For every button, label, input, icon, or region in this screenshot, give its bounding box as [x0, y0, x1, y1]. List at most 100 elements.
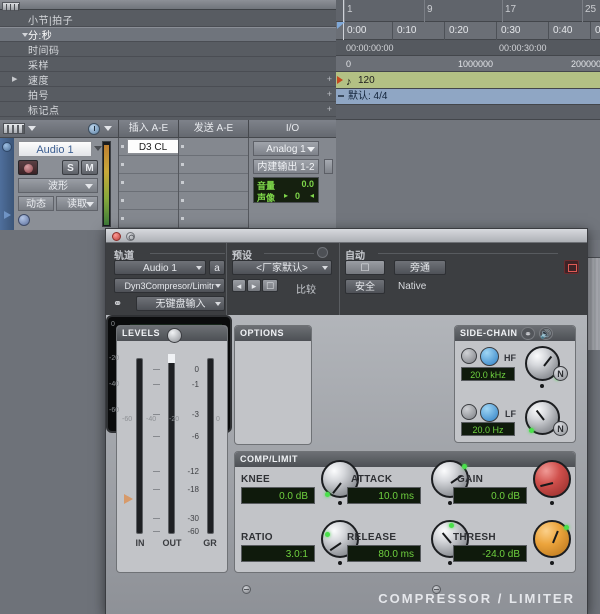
lf-value-display[interactable]: 20.0 Hz [461, 422, 515, 436]
chevron-down-icon[interactable] [104, 126, 112, 131]
preset-save-button[interactable]: ☐ [262, 279, 278, 292]
attack-display[interactable]: 10.0 ms [347, 487, 421, 504]
automation-mode-button[interactable]: 动态 [18, 196, 54, 211]
send-slot[interactable] [179, 192, 248, 210]
track-view-icon[interactable] [3, 123, 25, 134]
output-fader[interactable] [324, 159, 333, 174]
automation-state-select[interactable]: 读取 [56, 196, 98, 211]
triangle-right-icon[interactable]: ▶ [12, 75, 17, 83]
lf-notch-button[interactable]: N [553, 421, 568, 436]
ruler-row-samples[interactable]: 采样 [0, 57, 336, 72]
knee-display[interactable]: 0.0 dB [241, 487, 315, 504]
bars-beats-ruler[interactable]: 1 9 17 25 [336, 0, 600, 22]
gain-knob[interactable] [533, 460, 571, 498]
send-slot[interactable] [179, 156, 248, 174]
insert-slot[interactable] [119, 174, 178, 192]
lf-enable-knob[interactable] [480, 403, 499, 422]
ratio-display[interactable]: 3.0:1 [241, 545, 315, 562]
lf-filter-type-knob[interactable] [461, 404, 477, 420]
plus-icon[interactable]: + [327, 89, 332, 99]
clock-icon[interactable] [88, 123, 100, 135]
ruler-view-handle[interactable] [2, 2, 20, 11]
thresh-knob[interactable] [533, 520, 571, 558]
ruler-row-tempo[interactable]: ▶ 速度 + [0, 72, 336, 87]
hf-value-display[interactable]: 20.0 kHz [461, 367, 515, 381]
timecode-ruler[interactable]: 00:00:00:00 00:00:30:00 [336, 40, 600, 56]
minimize-icon[interactable] [126, 232, 135, 241]
record-enable-button[interactable] [18, 160, 38, 175]
insert-bypass-dot-icon[interactable] [121, 199, 124, 202]
compare-button[interactable]: 比较 [296, 281, 316, 296]
safe-button[interactable]: 安全 [345, 279, 385, 294]
pan-left-arrow-icon[interactable]: ▸ [284, 191, 288, 200]
hf-notch-button[interactable]: N [553, 366, 568, 381]
preset-prev-button[interactable]: ◂ [232, 279, 246, 292]
levels-scale-knob[interactable] [167, 328, 182, 343]
ruler-row-markers[interactable]: 标记点 + [0, 102, 336, 117]
send-slot[interactable] [179, 210, 248, 228]
output-bus-select[interactable]: 内建输出 1-2 [253, 159, 319, 174]
plus-icon[interactable]: + [327, 74, 332, 84]
preset-next-button[interactable]: ▸ [247, 279, 261, 292]
threshold-indicator-icon[interactable] [124, 494, 133, 504]
plus-icon[interactable]: + [327, 104, 332, 114]
chevron-down-icon[interactable] [28, 126, 36, 131]
ruler-row-timecode[interactable]: 时间码 [0, 42, 336, 57]
sidechain-key-icon[interactable]: ⚭ [521, 327, 535, 340]
insert-slot[interactable] [119, 210, 178, 228]
auto-button[interactable]: ☐ [345, 260, 385, 275]
plugin-titlebar[interactable] [106, 229, 587, 243]
track-color-strip[interactable] [0, 138, 14, 230]
keyboard-focus-select[interactable]: 无键盘输入 [136, 296, 225, 311]
send-slot[interactable] [179, 174, 248, 192]
insert-slot[interactable] [119, 156, 178, 174]
chevron-down-icon[interactable] [94, 146, 102, 151]
insert-bypass-dot-icon[interactable] [121, 163, 124, 166]
playhead[interactable] [343, 0, 344, 40]
hf-enable-knob[interactable] [480, 347, 499, 366]
preset-menu-icon[interactable] [317, 247, 328, 258]
tempo-marker-icon[interactable] [337, 76, 343, 84]
close-icon[interactable] [112, 232, 121, 241]
insert-slot[interactable] [119, 192, 178, 210]
hf-filter-type-knob[interactable] [461, 348, 477, 364]
send-dot-icon[interactable] [181, 145, 184, 148]
send-slot[interactable] [179, 138, 248, 156]
insert-bypass-dot-icon[interactable] [121, 145, 124, 148]
track-select[interactable]: Audio 1 [114, 260, 206, 275]
samples-ruler[interactable]: 0 1000000 2000000 [336, 56, 600, 72]
markers-ruler[interactable] [336, 105, 600, 120]
send-dot-icon[interactable] [181, 181, 184, 184]
pan-right-arrow-icon[interactable]: ◂ [310, 191, 314, 200]
send-dot-icon[interactable] [181, 217, 184, 220]
bypass-button[interactable]: 旁通 [394, 260, 446, 275]
ruler-row-bars-beats[interactable]: 小节|拍子 [0, 12, 336, 27]
track-letter-button[interactable]: a [209, 260, 225, 275]
tempo-ruler[interactable]: ♪ 120 [336, 72, 600, 89]
insert-bypass-dot-icon[interactable] [121, 181, 124, 184]
insert-plugin-chip[interactable]: D3 CL [127, 139, 179, 154]
volume-pan-display[interactable]: 音量 0.0 声像 0 ▸ ◂ [253, 177, 319, 203]
output-path-select[interactable]: Analog 1 [253, 141, 319, 156]
preset-select[interactable]: <厂家默认> [232, 260, 332, 275]
meter-ruler[interactable]: 默认: 4/4 [336, 89, 600, 105]
plugin-select[interactable]: Dyn3Compresor/Limitr [114, 278, 225, 293]
insert-bypass-dot-icon[interactable] [121, 217, 124, 220]
plugin-window-target-button[interactable] [564, 260, 579, 274]
track-collapse-icon[interactable] [2, 142, 12, 152]
send-dot-icon[interactable] [181, 163, 184, 166]
track-target-icon[interactable] [18, 214, 30, 226]
gain-display[interactable]: 0.0 dB [453, 487, 527, 504]
track-view-select[interactable]: 波形 [18, 178, 98, 193]
solo-button[interactable]: S [62, 160, 79, 175]
ruler-row-min-sec[interactable]: 分:秒 [0, 27, 336, 42]
track-play-icon[interactable] [2, 210, 12, 220]
thresh-display[interactable]: -24.0 dB [453, 545, 527, 562]
track-name-field[interactable]: Audio 1 [18, 141, 92, 157]
mute-button[interactable]: M [81, 160, 98, 175]
release-display[interactable]: 80.0 ms [347, 545, 421, 562]
playhead-flag-icon[interactable] [337, 22, 345, 29]
sidechain-listen-icon[interactable]: 🔊 [539, 327, 553, 340]
min-sec-ruler[interactable]: 0:00 0:10 0:20 0:30 0:40 0: [336, 22, 600, 40]
send-dot-icon[interactable] [181, 199, 184, 202]
